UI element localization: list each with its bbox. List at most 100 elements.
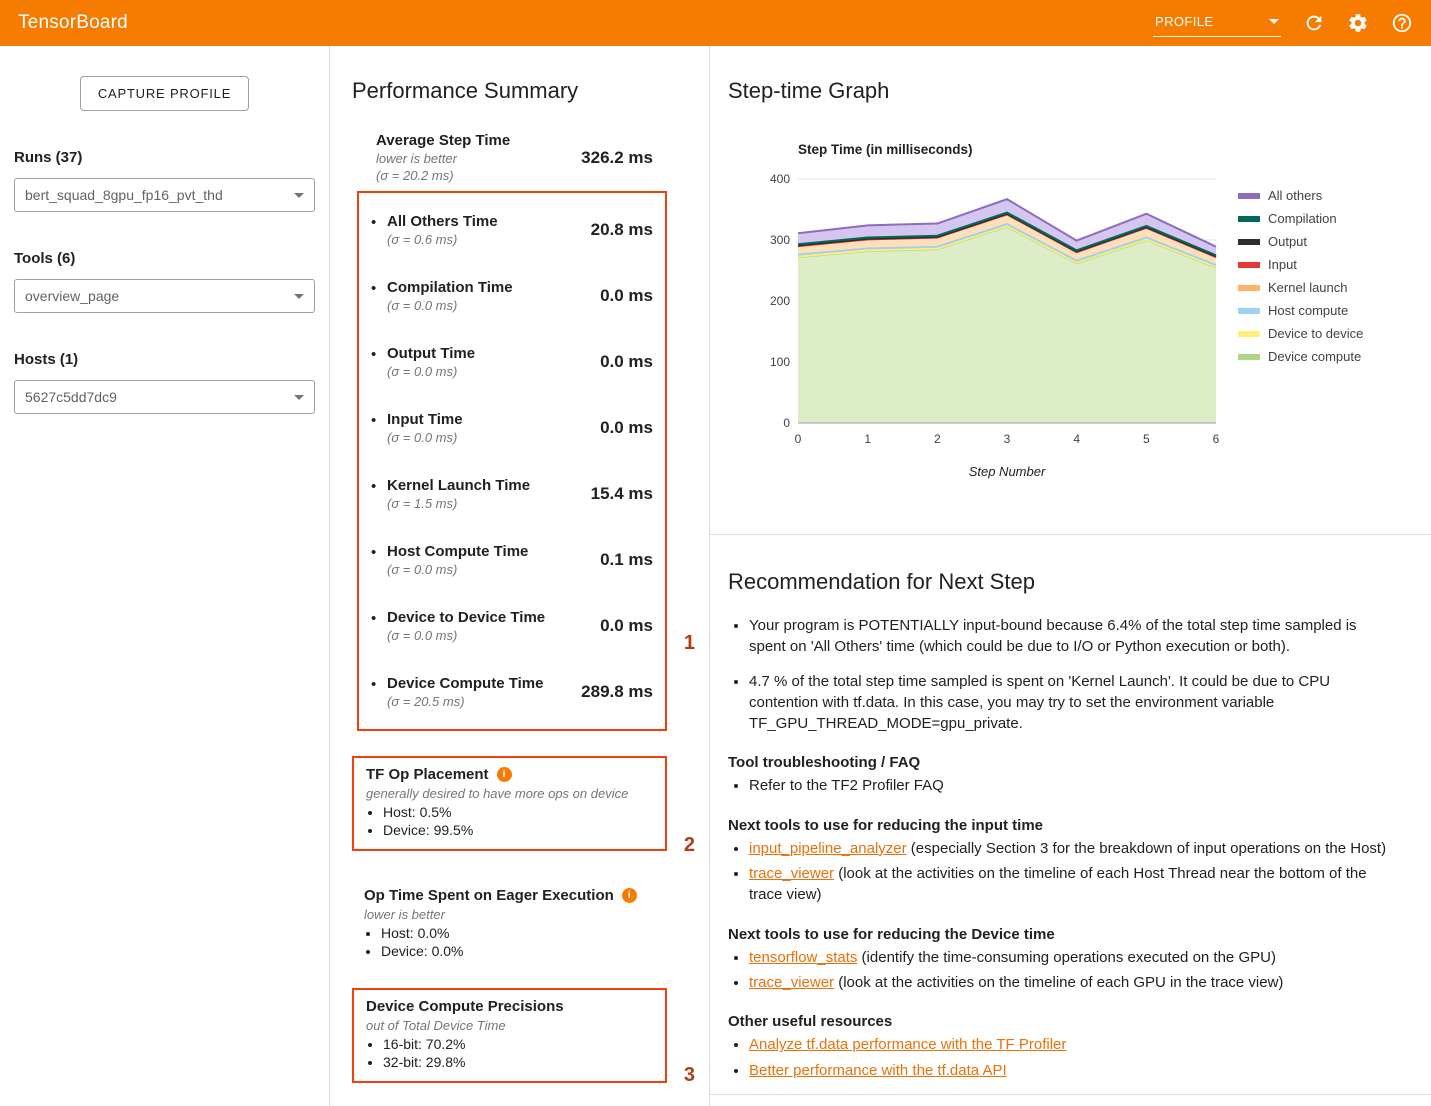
step-time-chart-plot[interactable]: 01002003004000123456 bbox=[750, 167, 1222, 451]
app-title: TensorBoard bbox=[18, 12, 128, 34]
svg-text:5: 5 bbox=[1143, 432, 1150, 446]
right-column: Step-time Graph Step Time (in millisecon… bbox=[710, 46, 1431, 1106]
recommendation-bullet: 4.7 % of the total step time sampled is … bbox=[749, 671, 1391, 735]
metric-label: Device to Device Time bbox=[387, 609, 545, 626]
recommendation-bullets: Your program is POTENTIALLY input-bound … bbox=[728, 615, 1391, 734]
tools-dropdown[interactable]: overview_page bbox=[14, 279, 315, 313]
chevron-down-icon bbox=[294, 294, 304, 299]
metric-sigma: (σ = 0.0 ms) bbox=[387, 430, 463, 445]
hosts-label: Hosts (1) bbox=[14, 351, 315, 368]
annotation-number-3: 3 bbox=[684, 1064, 695, 1087]
metric-value: 289.8 ms bbox=[581, 682, 653, 702]
step-time-graph-title: Step-time Graph bbox=[728, 78, 1431, 104]
annotation-box-3: Device Compute Precisions out of Total D… bbox=[352, 988, 667, 1083]
list-item: Host: 0.5% bbox=[383, 803, 653, 821]
legend-swatch bbox=[1238, 193, 1260, 199]
trace-viewer-link[interactable]: trace_viewer bbox=[749, 974, 834, 991]
performance-summary-title: Performance Summary bbox=[352, 78, 687, 104]
average-step-time-labels: Average Step Time lower is better (σ = 2… bbox=[376, 132, 510, 183]
list-item: Device: 0.0% bbox=[381, 942, 655, 960]
section-heading: Next tools to use for reducing the input… bbox=[728, 817, 1391, 834]
recommendation-title: Recommendation for Next Step bbox=[728, 569, 1391, 595]
eager-execution-list: Host: 0.0% Device: 0.0% bbox=[364, 924, 655, 960]
annotation-number-1: 1 bbox=[684, 632, 695, 655]
hosts-section: Hosts (1) 5627c5dd7dc9 bbox=[14, 351, 315, 414]
tf-op-placement-note: generally desired to have more ops on de… bbox=[366, 786, 653, 801]
legend-item: Kernel launch bbox=[1238, 280, 1363, 295]
svg-text:400: 400 bbox=[770, 172, 790, 186]
legend-item: Input bbox=[1238, 257, 1363, 272]
metric-row: Compilation Time (σ = 0.0 ms) 0.0 ms bbox=[371, 263, 653, 329]
metric-label: All Others Time bbox=[387, 213, 498, 230]
eager-execution-title: Op Time Spent on Eager Execution bbox=[364, 887, 614, 904]
info-icon[interactable]: i bbox=[622, 888, 637, 903]
metric-sigma: (σ = 0.0 ms) bbox=[387, 364, 475, 379]
metric-value: 15.4 ms bbox=[591, 484, 653, 504]
legend-item: Host compute bbox=[1238, 303, 1363, 318]
tfdata-performance-link[interactable]: Analyze tf.data performance with the TF … bbox=[749, 1036, 1066, 1053]
dashboard-selector-value: PROFILE bbox=[1155, 14, 1213, 29]
legend-swatch bbox=[1238, 308, 1260, 314]
legend-item: All others bbox=[1238, 188, 1363, 203]
section-heading: Tool troubleshooting / FAQ bbox=[728, 754, 1391, 771]
list-item: 32-bit: 29.8% bbox=[383, 1053, 653, 1071]
recommendation-bullet: Your program is POTENTIALLY input-bound … bbox=[749, 615, 1391, 658]
info-icon[interactable]: i bbox=[497, 767, 512, 782]
list-item: Better performance with the tf.data API bbox=[749, 1060, 1391, 1081]
metric-value: 0.0 ms bbox=[600, 286, 653, 306]
metric-note: lower is better bbox=[376, 151, 510, 166]
chart-legend: All others Compilation Output Input Kern… bbox=[1238, 188, 1363, 479]
metric-row: Output Time (σ = 0.0 ms) 0.0 ms bbox=[371, 329, 653, 395]
eager-execution-note: lower is better bbox=[364, 907, 655, 922]
metric-row: Input Time (σ = 0.0 ms) 0.0 ms bbox=[371, 395, 653, 461]
section-heading: Other useful resources bbox=[728, 1013, 1391, 1030]
tools-label: Tools (6) bbox=[14, 250, 315, 267]
metric-label: Host Compute Time bbox=[387, 543, 528, 560]
input-pipeline-analyzer-link[interactable]: input_pipeline_analyzer bbox=[749, 840, 907, 857]
list-item: input_pipeline_analyzer (especially Sect… bbox=[749, 838, 1391, 859]
runs-dropdown-value: bert_squad_8gpu_fp16_pvt_thd bbox=[25, 187, 223, 203]
metric-sigma: (σ = 0.6 ms) bbox=[387, 232, 498, 247]
trace-viewer-link[interactable]: trace_viewer bbox=[749, 865, 834, 882]
list-item: tensorflow_stats (identify the time-cons… bbox=[749, 947, 1391, 968]
dashboard-selector[interactable]: PROFILE bbox=[1153, 10, 1281, 37]
legend-swatch bbox=[1238, 331, 1260, 337]
tf-op-placement-title: TF Op Placement bbox=[366, 766, 489, 783]
device-precisions-note: out of Total Device Time bbox=[366, 1018, 653, 1033]
annotation-box-2: TF Op Placement i generally desired to h… bbox=[352, 756, 667, 851]
svg-text:3: 3 bbox=[1004, 432, 1011, 446]
legend-item: Output bbox=[1238, 234, 1363, 249]
legend-swatch bbox=[1238, 262, 1260, 268]
list-item: Host: 0.0% bbox=[381, 924, 655, 942]
metric-value: 0.0 ms bbox=[600, 418, 653, 438]
average-step-time-row: Average Step Time lower is better (σ = 2… bbox=[352, 132, 687, 183]
hosts-dropdown-value: 5627c5dd7dc9 bbox=[25, 389, 117, 405]
gear-icon[interactable] bbox=[1347, 12, 1369, 34]
chevron-down-icon bbox=[294, 193, 304, 198]
runs-dropdown[interactable]: bert_squad_8gpu_fp16_pvt_thd bbox=[14, 178, 315, 212]
svg-text:4: 4 bbox=[1073, 432, 1080, 446]
capture-profile-button[interactable]: CAPTURE PROFILE bbox=[80, 76, 249, 111]
metric-row: Host Compute Time (σ = 0.0 ms) 0.1 ms bbox=[371, 527, 653, 593]
metric-row: Device Compute Time (σ = 20.5 ms) 289.8 … bbox=[371, 659, 653, 725]
main-content: CAPTURE PROFILE Runs (37) bert_squad_8gp… bbox=[0, 46, 1431, 1106]
legend-swatch bbox=[1238, 239, 1260, 245]
tensorflow-stats-link[interactable]: tensorflow_stats bbox=[749, 949, 857, 966]
refresh-icon[interactable] bbox=[1303, 12, 1325, 34]
help-icon[interactable] bbox=[1391, 12, 1413, 34]
hosts-dropdown[interactable]: 5627c5dd7dc9 bbox=[14, 380, 315, 414]
legend-swatch bbox=[1238, 354, 1260, 360]
metric-sigma: (σ = 0.0 ms) bbox=[387, 628, 545, 643]
svg-text:2: 2 bbox=[934, 432, 941, 446]
list-item: trace_viewer (look at the activities on … bbox=[749, 972, 1391, 993]
legend-item: Compilation bbox=[1238, 211, 1363, 226]
metric-label: Compilation Time bbox=[387, 279, 513, 296]
list-item: trace_viewer (look at the activities on … bbox=[749, 863, 1391, 906]
performance-summary-panel: Performance Summary Average Step Time lo… bbox=[330, 46, 710, 1106]
chevron-down-icon bbox=[1269, 19, 1279, 24]
list-item: 16-bit: 70.2% bbox=[383, 1035, 653, 1053]
svg-text:200: 200 bbox=[770, 294, 790, 308]
tfdata-api-link[interactable]: Better performance with the tf.data API bbox=[749, 1062, 1007, 1079]
metric-value: 0.0 ms bbox=[600, 616, 653, 636]
legend-item: Device compute bbox=[1238, 349, 1363, 364]
